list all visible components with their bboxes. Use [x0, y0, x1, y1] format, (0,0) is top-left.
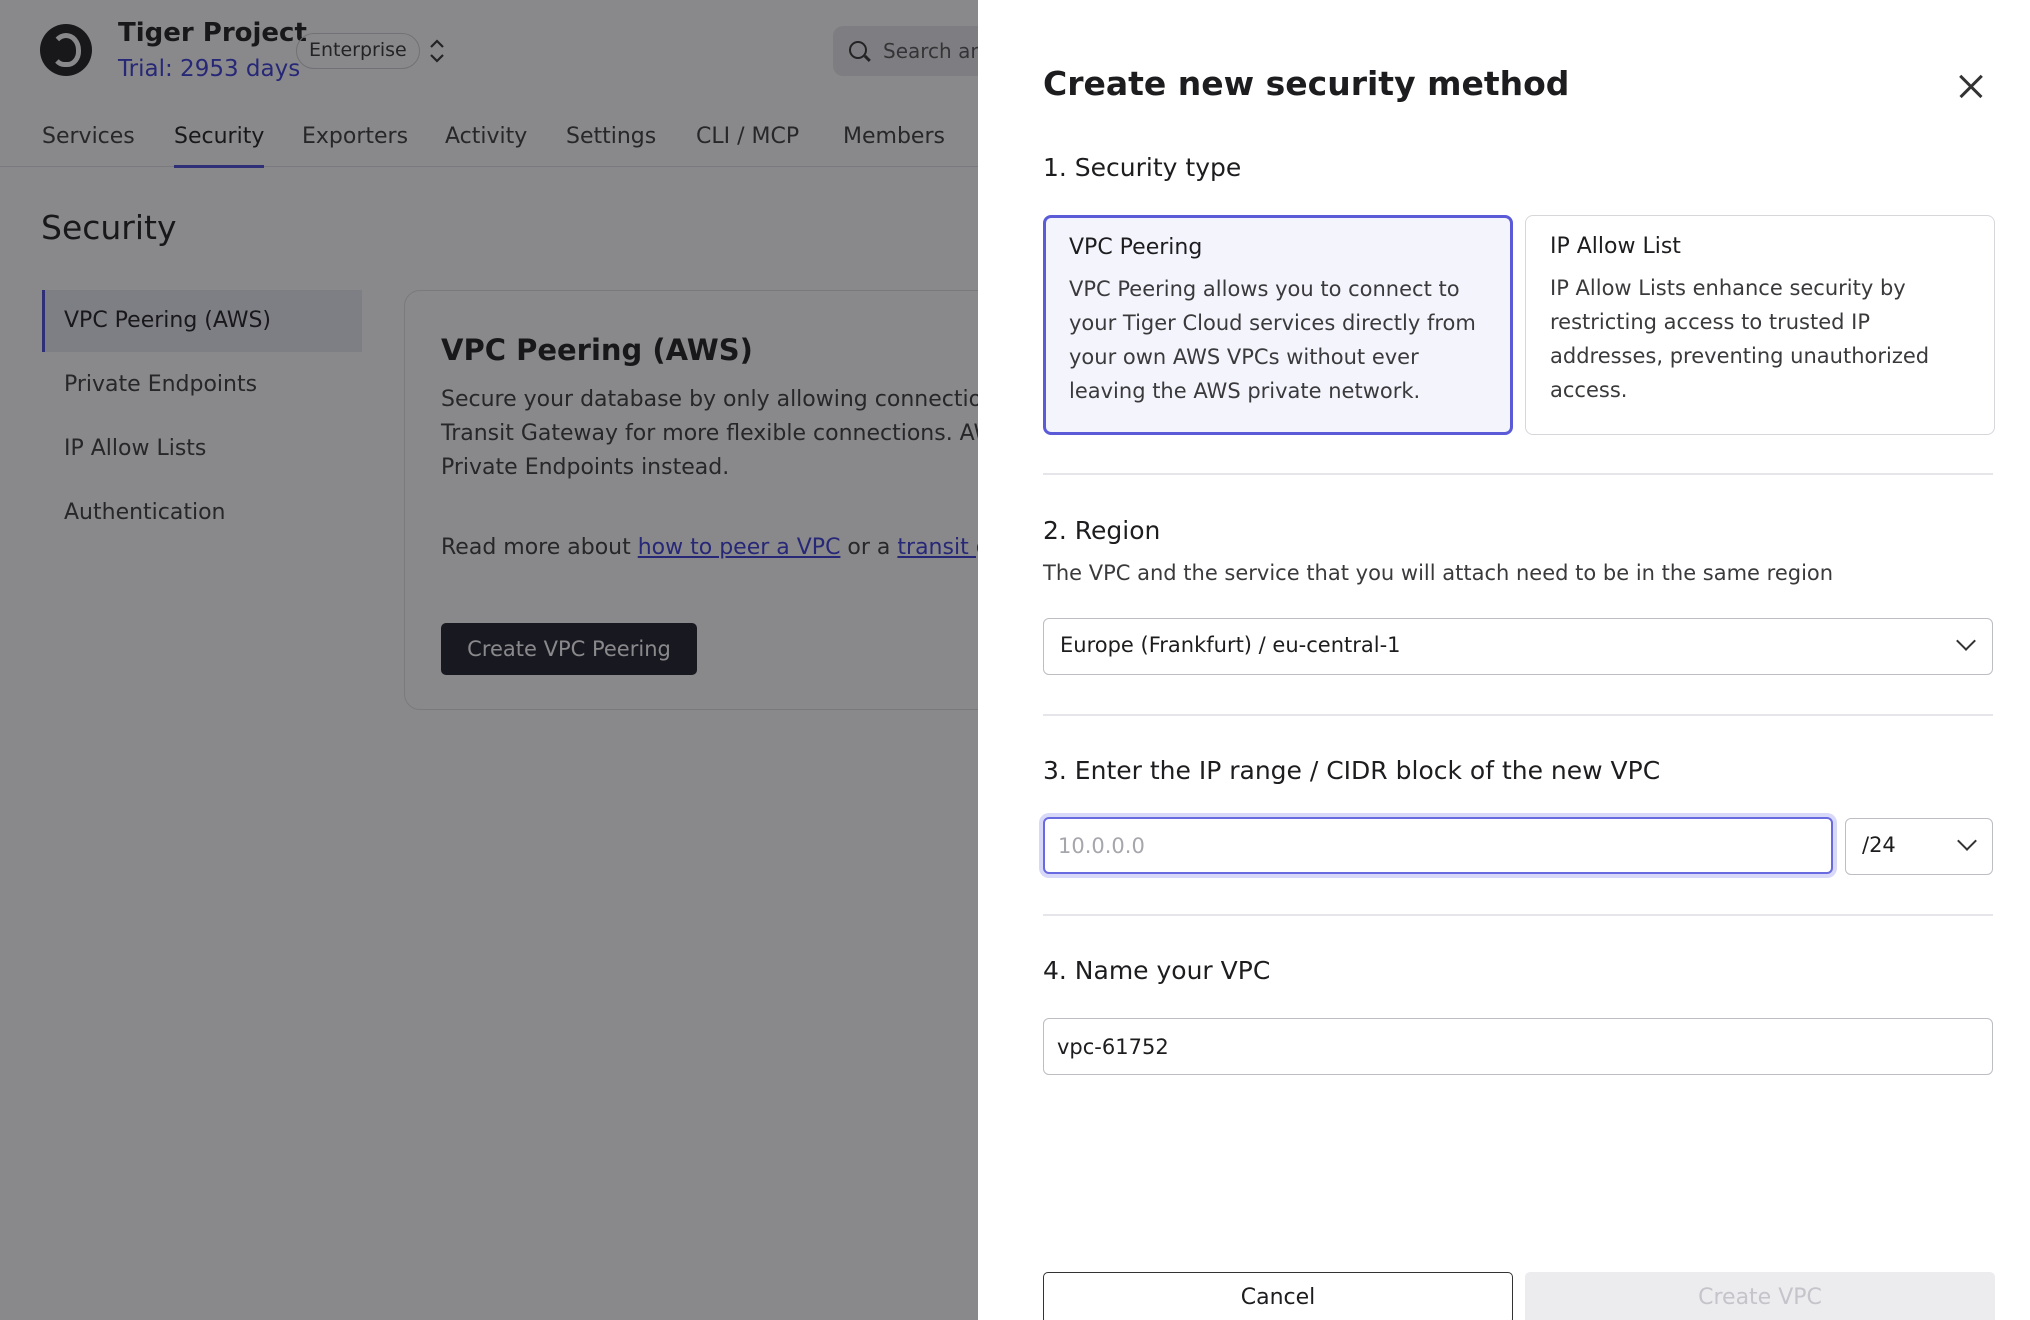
section-region-label: 2. Region [1043, 516, 1161, 545]
divider [1043, 914, 1993, 916]
cidr-suffix-value: /24 [1862, 833, 1896, 857]
vpc-name-input[interactable] [1043, 1018, 1993, 1075]
section-security-type-label: 1. Security type [1043, 153, 1242, 182]
region-help-text: The VPC and the service that you will at… [1043, 561, 1834, 585]
divider [1043, 714, 1993, 716]
option-title: VPC Peering [1069, 235, 1203, 260]
create-vpc-button[interactable]: Create VPC [1525, 1272, 1995, 1320]
region-select[interactable]: Europe (Frankfurt) / eu-central-1 [1043, 618, 1993, 675]
divider [1043, 473, 1993, 475]
chevron-down-icon [1957, 831, 1977, 851]
security-type-option-ip-allow-list[interactable]: IP Allow List IP Allow Lists enhance sec… [1525, 215, 1995, 435]
section-vpc-name-label: 4. Name your VPC [1043, 956, 1271, 985]
close-icon[interactable] [1954, 70, 1988, 104]
drawer-title: Create new security method [1043, 64, 1570, 103]
option-title: IP Allow List [1550, 234, 1681, 259]
region-select-value: Europe (Frankfurt) / eu-central-1 [1060, 633, 1401, 657]
option-description: VPC Peering allows you to connect to you… [1069, 277, 1476, 403]
ip-range-input[interactable] [1043, 817, 1833, 874]
security-type-option-vpc-peering[interactable]: VPC Peering VPC Peering allows you to co… [1043, 215, 1513, 435]
create-security-method-drawer: Create new security method 1. Security t… [978, 0, 2030, 1320]
option-description: IP Allow Lists enhance security by restr… [1550, 276, 1930, 402]
cidr-suffix-select[interactable]: /24 [1845, 818, 1993, 875]
chevron-down-icon [1956, 631, 1976, 651]
section-cidr-label: 3. Enter the IP range / CIDR block of th… [1043, 756, 1661, 785]
cancel-button[interactable]: Cancel [1043, 1272, 1513, 1320]
